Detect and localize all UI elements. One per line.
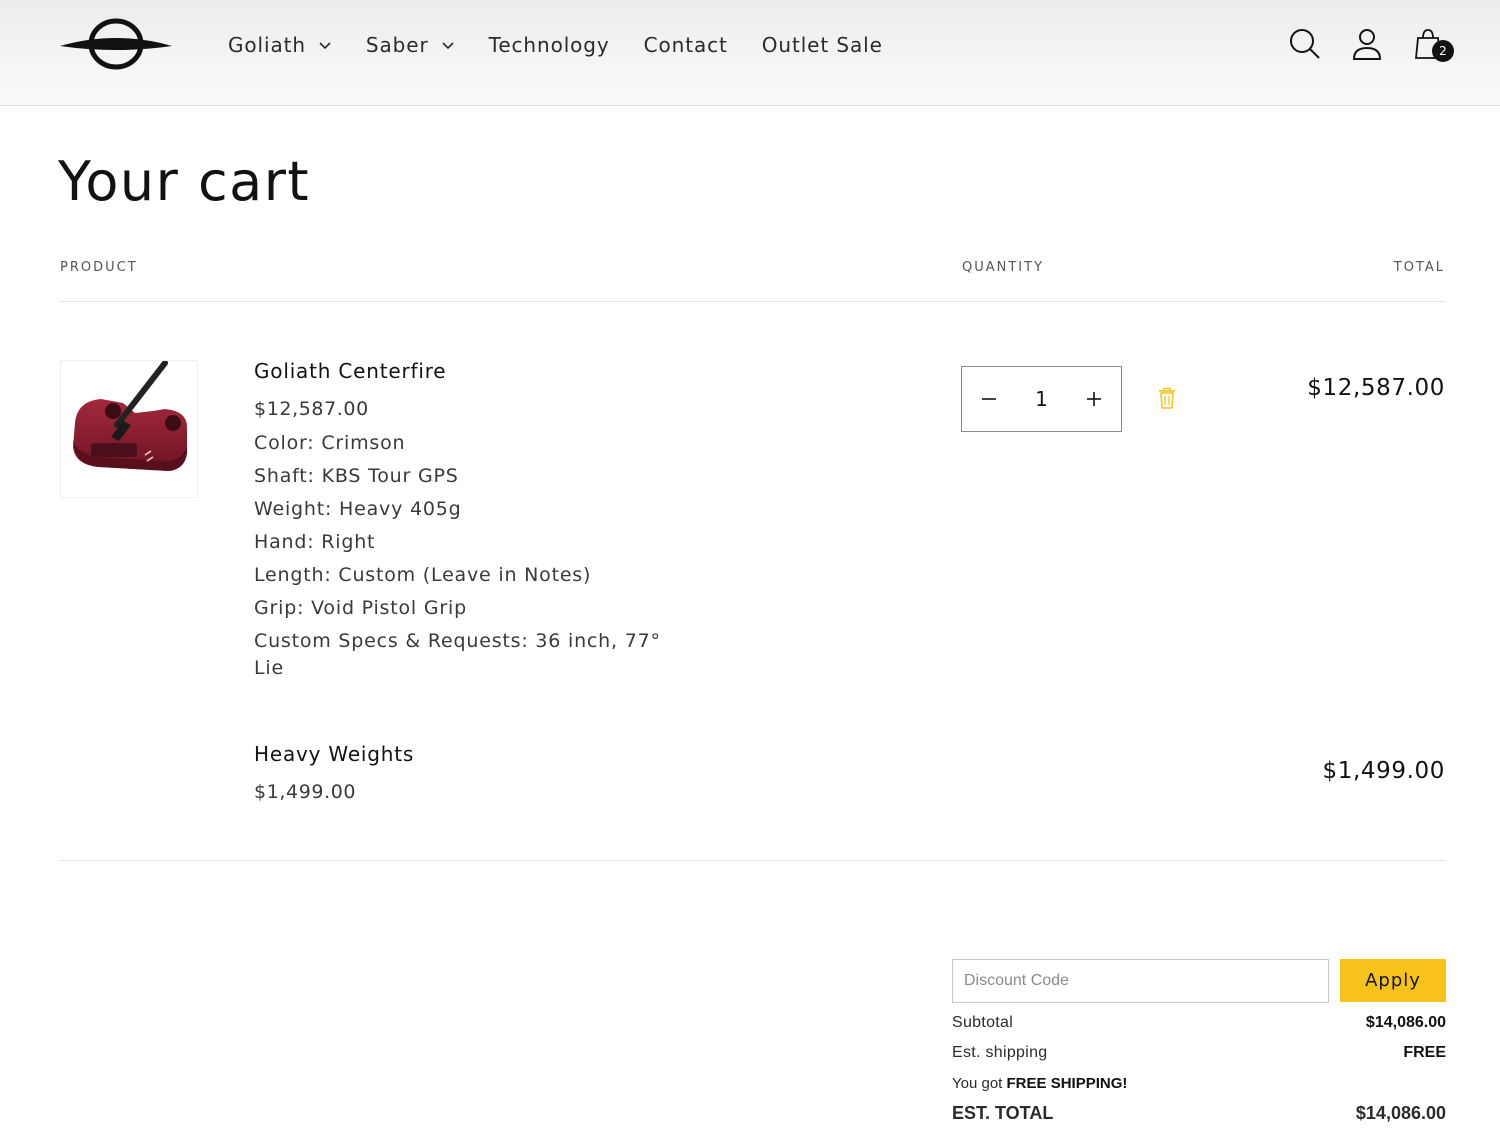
nav-item-label: Technology [488,33,610,57]
cart-button[interactable]: 2 [1412,26,1454,62]
nav-item-technology[interactable]: Technology [489,33,610,57]
product-name-link[interactable]: Goliath Centerfire [254,358,674,384]
column-header-quantity: QUANTITY [962,260,1045,275]
apply-discount-button[interactable]: Apply [1340,959,1446,1002]
account-button[interactable] [1350,26,1384,62]
product-unit-price: $12,587.00 [254,398,369,420]
nav-item-label: Saber [365,33,429,57]
cart-item-goliath-centerfire: Goliath Centerfire $12,587.00 Color: Cri… [254,358,674,688]
brand-logo-icon[interactable] [58,16,174,74]
site-header: Goliath Saber Technology Contact Outlet … [0,0,1500,106]
free-shipping-note: You got FREE SHIPPING! [952,1075,1127,1092]
search-icon [1290,29,1320,59]
free-shipping-strong: FREE SHIPPING! [1006,1075,1128,1092]
putter-head-image [73,360,187,471]
increase-quantity-button[interactable] [1081,386,1107,412]
est-total-row: EST. TOTAL $14,086.00 [952,1103,1446,1124]
column-header-total: TOTAL [1393,260,1445,275]
header-icons: 2 [1260,26,1454,62]
subtotal-label: Subtotal [952,1014,1014,1031]
line-total: $12,587.00 [1307,375,1445,401]
nav-item-contact[interactable]: Contact [644,33,728,57]
shipping-label: Est. shipping [952,1044,1048,1061]
quantity-input[interactable] [1016,387,1067,411]
plus-icon [1087,392,1101,406]
product-option-weight: Weight: Heavy 405g [254,498,462,520]
nav-item-outlet-sale[interactable]: Outlet Sale [762,33,883,57]
minus-icon [982,398,996,400]
product-option-length: Length: Custom (Leave in Notes) [254,564,592,586]
search-button[interactable] [1288,26,1322,62]
nav-item-label: Contact [643,33,728,57]
remove-item-button[interactable] [1157,387,1177,409]
line-total: $1,499.00 [1322,758,1445,784]
nav-item-saber[interactable]: Saber [366,33,455,57]
free-shipping-prefix: You got [952,1075,1003,1092]
product-option-shaft: Shaft: KBS Tour GPS [254,465,459,487]
column-header-product: PRODUCT [60,260,138,275]
subtotal-row: Subtotal $14,086.00 [952,1014,1446,1032]
page-title: Your cart [58,150,311,213]
cart-item-heavy-weights: Heavy Weights $1,499.00 [254,741,414,813]
cart-count-badge: 2 [1432,40,1454,62]
nav-item-goliath[interactable]: Goliath [228,33,332,57]
trash-icon [1159,387,1175,409]
shipping-value: FREE [1403,1044,1446,1061]
product-unit-price: $1,499.00 [254,781,357,803]
est-total-label: EST. TOTAL [952,1103,1054,1123]
nav-item-label: Outlet Sale [761,33,883,57]
product-name-link[interactable]: Heavy Weights [254,741,414,767]
product-option-hand: Hand: Right [254,531,376,553]
subtotal-value: $14,086.00 [1365,1014,1446,1031]
discount-code-input[interactable] [952,959,1329,1003]
shipping-row: Est. shipping FREE [952,1044,1446,1062]
chevron-down-icon [442,42,454,50]
chevron-down-icon [319,42,331,50]
product-option-custom-specs: Custom Specs & Requests: 36 inch, 77° Li… [254,630,661,679]
nav-item-label: Goliath [228,33,306,57]
product-option-grip: Grip: Void Pistol Grip [254,597,467,619]
header-divider [60,301,1446,302]
items-divider [60,860,1446,861]
quantity-stepper [961,366,1122,432]
account-icon [1352,29,1382,60]
est-total-value: $14,086.00 [1355,1103,1446,1123]
product-option-color: Color: Crimson [254,432,406,454]
main-nav: Goliath Saber Technology Contact Outlet … [228,0,917,90]
decrease-quantity-button[interactable] [976,386,1002,412]
product-image[interactable] [60,360,198,498]
